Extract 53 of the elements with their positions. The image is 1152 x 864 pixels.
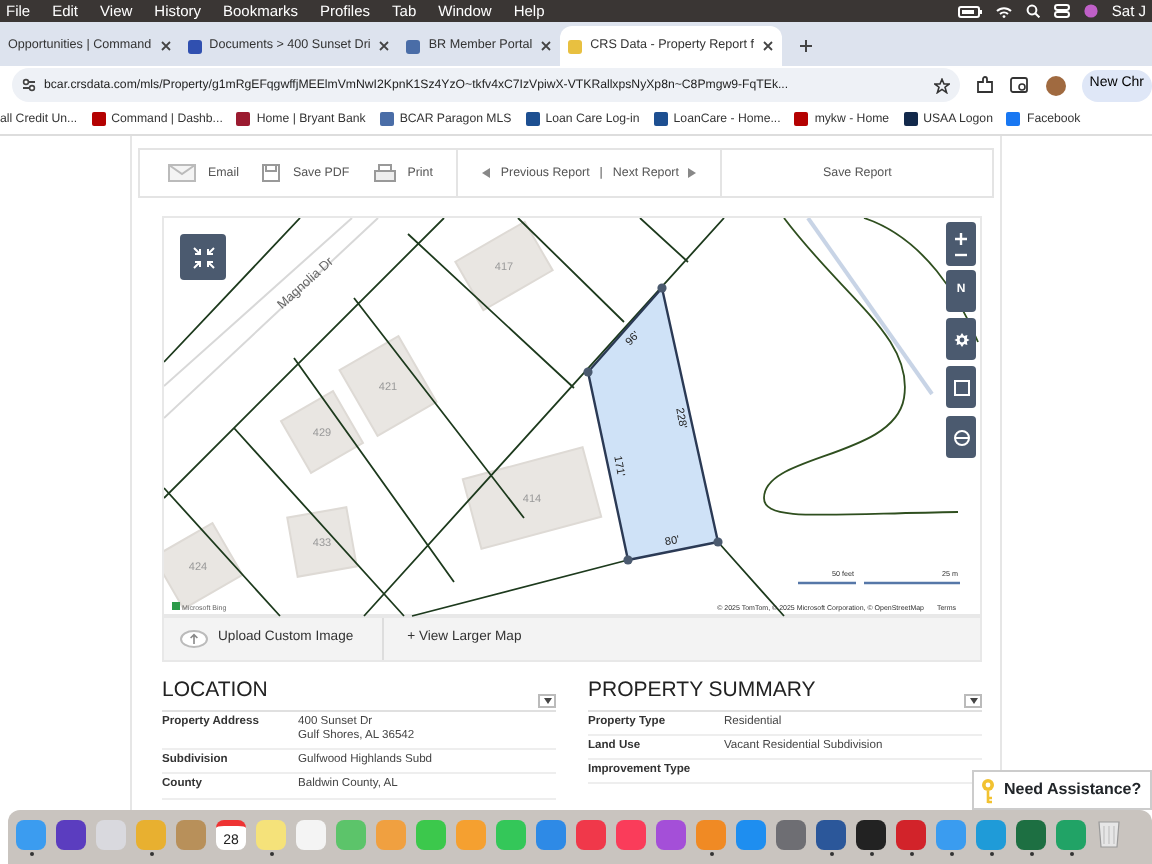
close-icon[interactable] <box>159 40 172 52</box>
selected-parcel[interactable] <box>586 285 720 562</box>
target-icon <box>951 427 971 447</box>
star-icon[interactable] <box>933 77 950 93</box>
fullscreen-button[interactable] <box>180 234 226 280</box>
close-icon[interactable] <box>378 40 391 52</box>
zoom-control[interactable] <box>946 222 976 266</box>
dropdown-button[interactable] <box>538 693 556 708</box>
gear-icon <box>951 329 971 349</box>
control-center-icon[interactable] <box>1053 4 1070 18</box>
vertex-handle[interactable] <box>657 283 667 293</box>
key-icon <box>980 777 996 803</box>
upload-icon <box>180 630 208 648</box>
new-tab-icon[interactable] <box>798 38 815 54</box>
vertex-handle[interactable] <box>623 555 633 565</box>
close-icon[interactable] <box>540 40 553 52</box>
printer-icon <box>373 163 396 182</box>
vertex-handle[interactable] <box>583 367 593 377</box>
caret-down-icon <box>969 697 977 704</box>
avatar-icon[interactable] <box>1045 75 1066 95</box>
assistance-widget[interactable]: Need Assistance? <box>972 770 1152 810</box>
siri-icon[interactable] <box>1083 4 1098 18</box>
settings-button[interactable] <box>946 318 976 360</box>
caret-right-icon <box>688 167 697 178</box>
caret-left-icon <box>482 167 491 178</box>
app-icon[interactable] <box>56 819 86 849</box>
tab-search-icon[interactable] <box>1009 76 1030 94</box>
collapse-icon <box>191 245 215 269</box>
caret-down-icon <box>543 697 551 704</box>
favicon-icon <box>187 39 202 53</box>
vertex-handle[interactable] <box>713 537 723 547</box>
favicon-icon <box>406 39 421 53</box>
battery-icon[interactable] <box>957 5 982 17</box>
building-drawing <box>286 506 358 578</box>
app-icon[interactable] <box>816 819 846 849</box>
plus-icon[interactable] <box>954 231 968 245</box>
close-icon[interactable] <box>762 40 775 52</box>
logo-icon <box>172 602 180 610</box>
assistance-text: Need Assistance? <box>1004 778 1142 802</box>
puzzle-piece-icon[interactable] <box>975 76 994 94</box>
wifi-icon[interactable] <box>995 5 1012 17</box>
square-icon <box>951 377 971 397</box>
favicon-icon <box>568 39 583 53</box>
site-settings-icon[interactable] <box>22 78 36 92</box>
envelope-icon <box>168 163 196 182</box>
locate-button[interactable] <box>946 416 976 458</box>
minus-icon[interactable] <box>954 251 968 257</box>
draw-area-button[interactable] <box>946 366 976 408</box>
section-title: PROPERTY SUMMARY <box>588 676 816 706</box>
section-title: LOCATION <box>162 676 268 706</box>
dropdown-button[interactable] <box>964 693 982 708</box>
app-icon[interactable] <box>856 819 886 849</box>
search-icon[interactable] <box>1025 4 1040 18</box>
